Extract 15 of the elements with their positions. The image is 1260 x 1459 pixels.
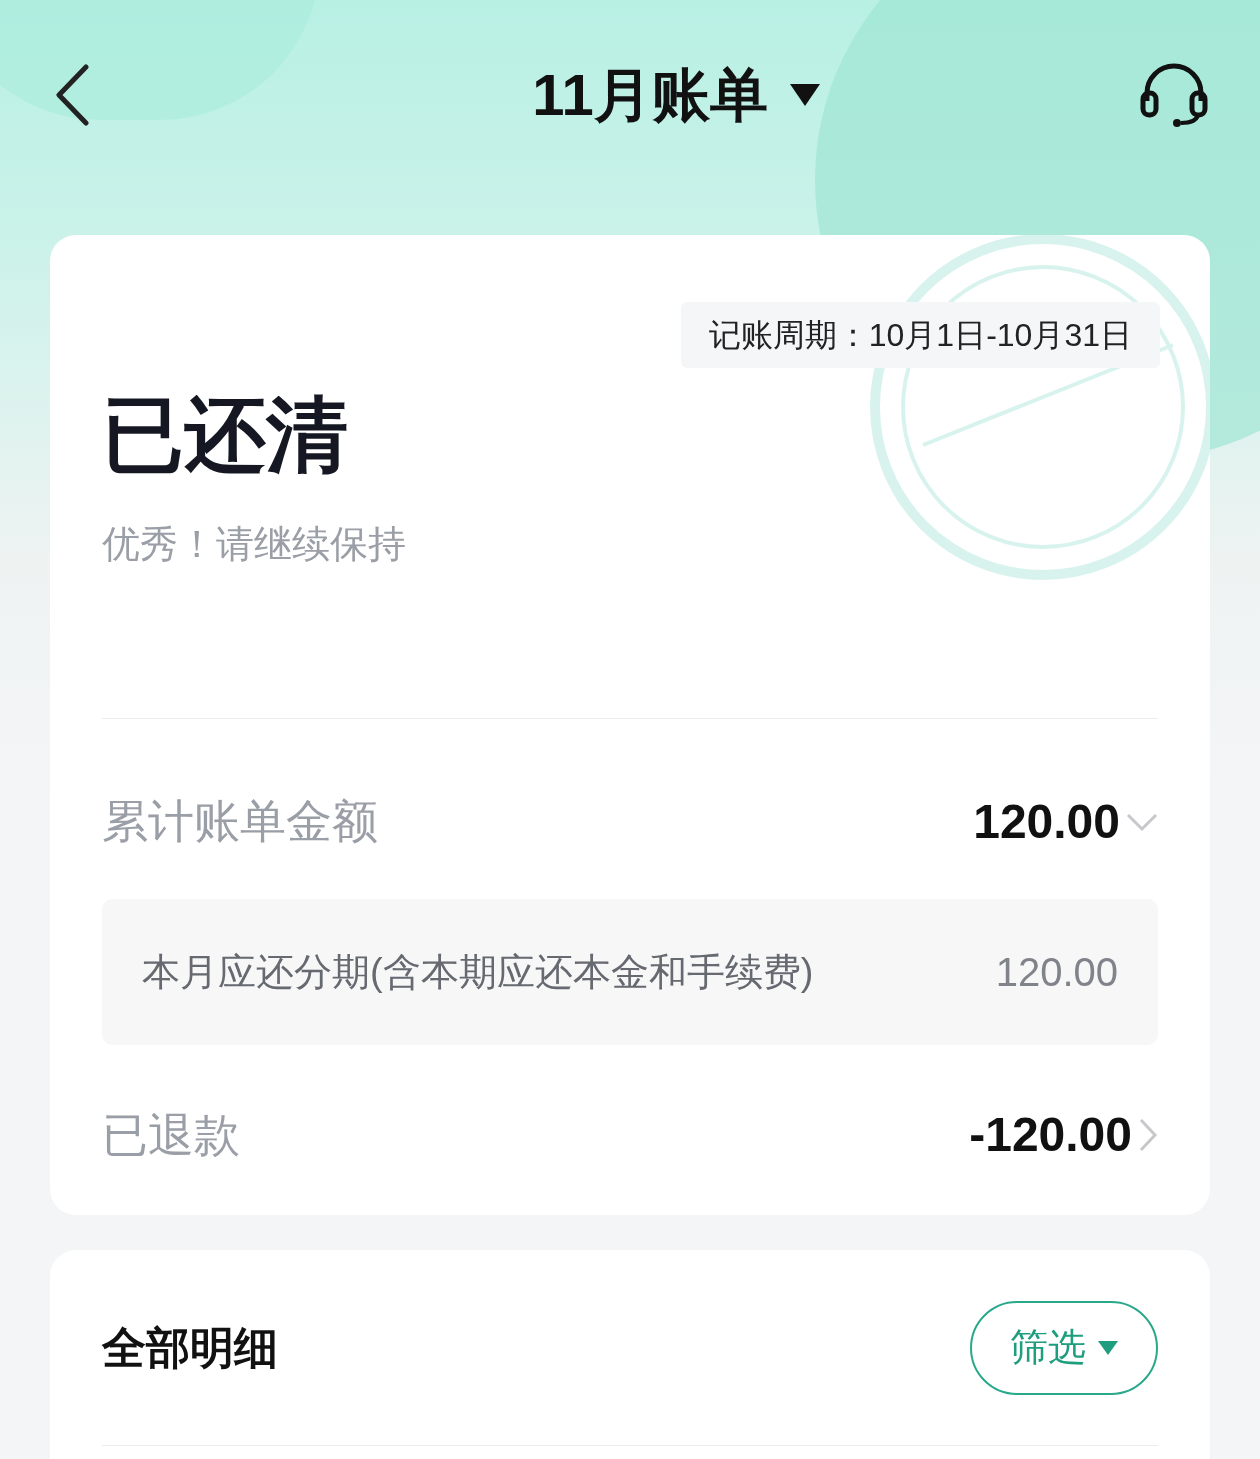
- encouragement-text: 优秀！请继续保持: [102, 522, 406, 567]
- chevron-right-icon: [1138, 1118, 1158, 1152]
- status-title: 已还清: [102, 394, 348, 476]
- section-title: 全部明细: [102, 1321, 278, 1374]
- row-label: 已退款: [102, 1107, 240, 1163]
- caret-icon: [1098, 1340, 1118, 1355]
- billing-period-tag: 记账周期：10月1日-10月31日: [680, 302, 1160, 368]
- row-label: 累计账单金额: [102, 794, 378, 849]
- row-amount: 120.00: [973, 793, 1120, 850]
- caret-icon: [789, 84, 820, 106]
- month-selector[interactable]: 11月账单: [532, 66, 820, 124]
- row-amount: -120.00: [969, 1107, 1132, 1163]
- detail-amount: 120.00: [995, 949, 1118, 996]
- detail-label: 本月应还分期(含本期应还本金和手续费): [142, 949, 814, 995]
- customer-service-icon[interactable]: [1138, 62, 1210, 128]
